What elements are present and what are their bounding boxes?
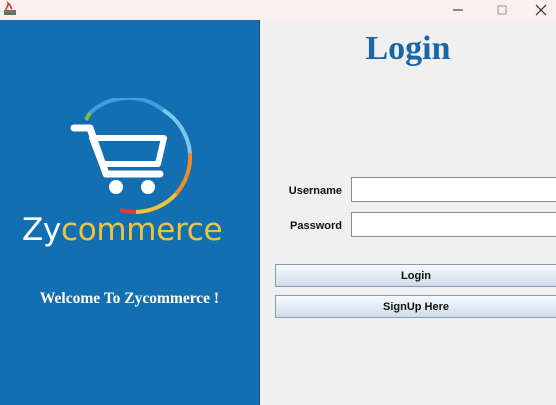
window-title-bar (0, 0, 556, 20)
close-button[interactable] (526, 0, 556, 20)
brand-name-suffix: commerce (60, 212, 223, 248)
minimize-button[interactable] (438, 0, 478, 20)
username-field[interactable] (351, 177, 556, 202)
brand-name: Zycommerce (22, 208, 242, 252)
username-label: Username (288, 185, 342, 197)
maximize-icon (497, 5, 507, 15)
signup-button[interactable]: SignUp Here (275, 295, 556, 318)
maximize-button[interactable] (482, 0, 522, 20)
panel-divider (259, 20, 260, 405)
shopping-cart-icon (70, 98, 193, 215)
close-icon (535, 4, 547, 16)
minimize-icon (453, 9, 463, 11)
password-field[interactable] (351, 212, 556, 237)
login-title: Login (365, 30, 451, 67)
brand-name-prefix: Zy (22, 212, 61, 248)
branding-panel: Zycommerce Welcome To Zycommerce ! (0, 20, 259, 405)
password-label: Password (290, 220, 342, 232)
welcome-message: Welcome To Zycommerce ! (39, 290, 220, 307)
login-button[interactable]: Login (275, 264, 556, 287)
java-app-icon[interactable] (2, 1, 18, 17)
